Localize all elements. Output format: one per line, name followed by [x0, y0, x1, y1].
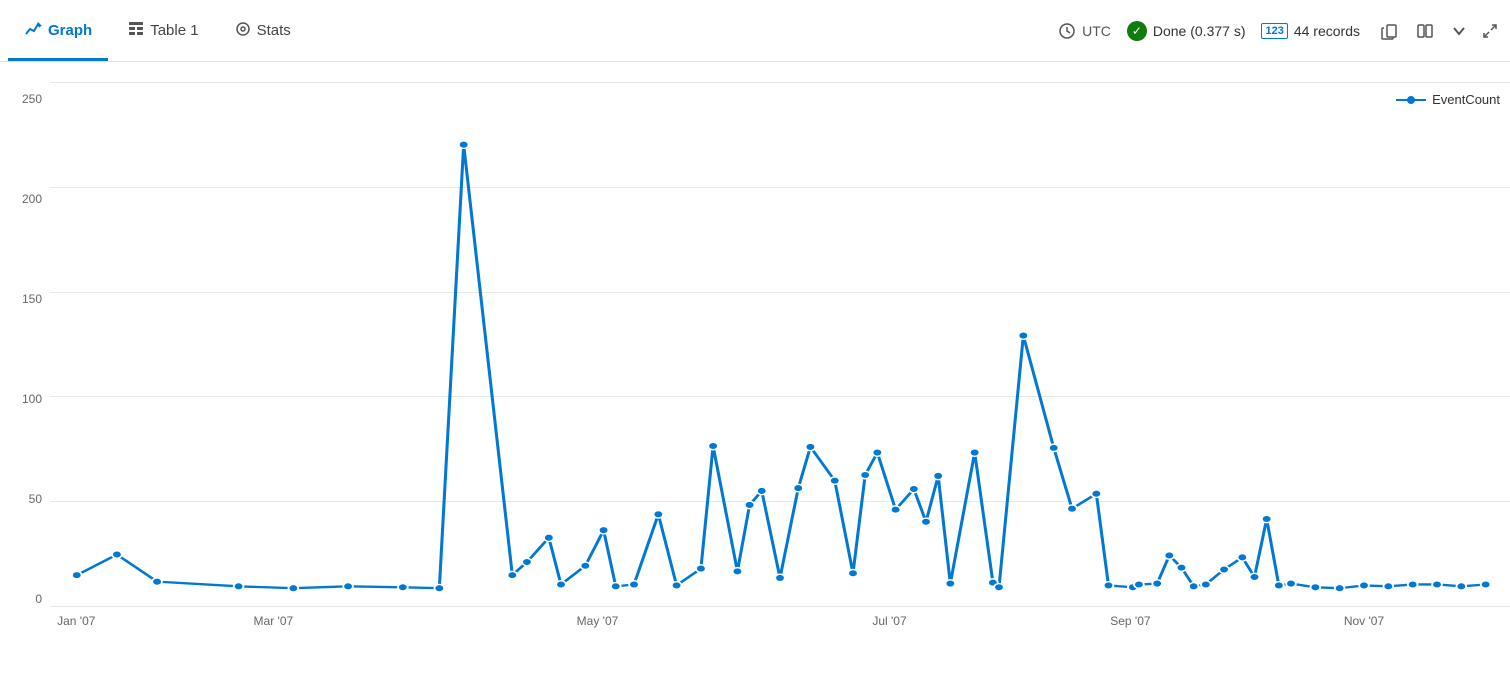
legend-dot — [1396, 99, 1426, 101]
columns-icon[interactable] — [1412, 17, 1440, 45]
x-labels: Jan '07 Mar '07 May '07 Jul '07 Sep '07 … — [50, 606, 1510, 636]
utc-status[interactable]: UTC — [1058, 22, 1111, 40]
toolbar-actions — [1376, 17, 1502, 45]
y-label-100: 100 — [22, 392, 42, 406]
y-label-50: 50 — [29, 492, 42, 506]
tab-table[interactable]: Table 1 — [112, 0, 214, 61]
x-label-jul: Jul '07 — [872, 614, 906, 628]
legend-eventcount: EventCount — [1396, 92, 1500, 107]
y-label-0: 0 — [35, 592, 42, 606]
tab-table-label: Table 1 — [150, 22, 198, 39]
graph-icon — [24, 20, 42, 41]
copy-icon[interactable] — [1376, 17, 1404, 45]
tab-group: Graph Table 1 Stats — [8, 0, 307, 61]
x-label-mar: Mar '07 — [254, 614, 294, 628]
done-icon: ✓ — [1127, 21, 1147, 41]
done-status: ✓ Done (0.377 s) — [1127, 21, 1246, 41]
stats-icon — [235, 21, 251, 40]
tab-stats[interactable]: Stats — [219, 0, 307, 61]
tab-stats-label: Stats — [257, 22, 291, 39]
records-label: 44 records — [1294, 23, 1360, 39]
utc-label: UTC — [1082, 23, 1111, 39]
tab-graph-label: Graph — [48, 22, 92, 39]
chart-area: 250 200 150 100 50 0 — [0, 62, 1510, 676]
records-icon: 123 — [1261, 23, 1287, 39]
line-chart — [50, 82, 1510, 606]
y-label-200: 200 — [22, 192, 42, 206]
x-label-jan: Jan '07 — [57, 614, 95, 628]
legend-label: EventCount — [1432, 92, 1500, 107]
x-label-nov: Nov '07 — [1344, 614, 1384, 628]
chevron-down-icon[interactable] — [1448, 20, 1470, 42]
records-badge: 123 44 records — [1261, 23, 1360, 39]
legend: EventCount — [1396, 92, 1500, 107]
y-axis: 250 200 150 100 50 0 — [0, 82, 50, 636]
y-label-150: 150 — [22, 292, 42, 306]
x-label-sep: Sep '07 — [1110, 614, 1150, 628]
tab-graph[interactable]: Graph — [8, 0, 108, 61]
done-label: Done (0.377 s) — [1153, 23, 1246, 39]
chart-container: Jan '07 Mar '07 May '07 Jul '07 Sep '07 … — [50, 82, 1510, 636]
y-label-250: 250 — [22, 92, 42, 106]
toolbar-right: UTC ✓ Done (0.377 s) 123 44 records — [1058, 17, 1502, 45]
expand-icon[interactable] — [1478, 19, 1502, 43]
x-label-may: May '07 — [577, 614, 619, 628]
table-icon — [128, 21, 144, 40]
toolbar: Graph Table 1 Stats — [0, 0, 1510, 62]
